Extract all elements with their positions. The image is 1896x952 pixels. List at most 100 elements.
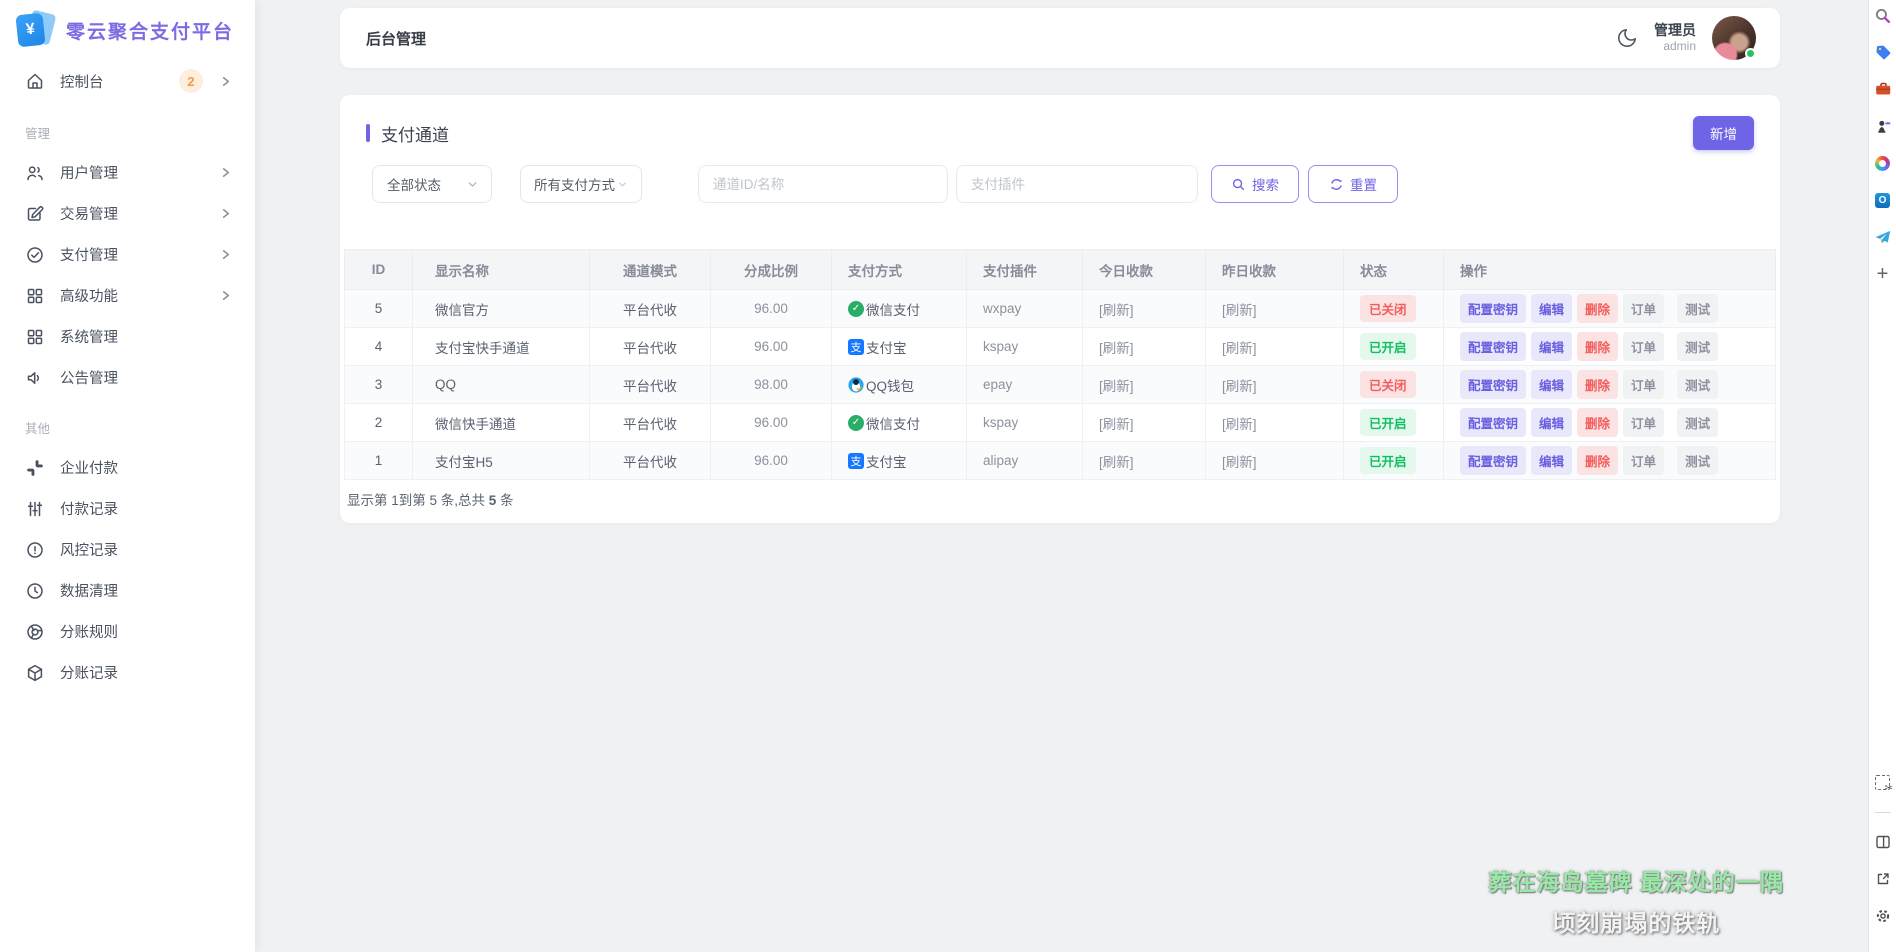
- cell-actions: 配置密钥编辑删除订单测试: [1444, 328, 1776, 366]
- column-header: 状态: [1344, 250, 1444, 290]
- sidebar-item-split-records[interactable]: 分账记录: [0, 652, 255, 693]
- cell-channel-mode: 平台代收: [590, 442, 711, 480]
- edit-button[interactable]: 编辑: [1531, 370, 1572, 399]
- test-button[interactable]: 测试: [1677, 408, 1718, 437]
- refresh-yesterday-link[interactable]: [刷新]: [1222, 341, 1257, 356]
- configure-key-button[interactable]: 配置密钥: [1460, 294, 1526, 323]
- cell-split-ratio: 96.00: [711, 328, 832, 366]
- payment-method-select[interactable]: 所有支付方式: [520, 165, 642, 203]
- delete-button[interactable]: 删除: [1577, 294, 1618, 323]
- order-button[interactable]: 订单: [1623, 446, 1664, 475]
- sidebar-item-data-cleanup[interactable]: 数据清理: [0, 570, 255, 611]
- sidebar-item-split-rules[interactable]: 分账规则: [0, 611, 255, 652]
- add-icon[interactable]: +: [1874, 265, 1892, 283]
- sidebar-item-label: 分账记录: [60, 662, 233, 683]
- refresh-yesterday-link[interactable]: [刷新]: [1222, 417, 1257, 432]
- cell-display-name: 支付宝H5: [413, 442, 590, 480]
- outlook-icon[interactable]: O: [1874, 191, 1892, 209]
- cell-plugin: epay: [967, 366, 1083, 404]
- delete-button[interactable]: 删除: [1577, 446, 1618, 475]
- configure-key-button[interactable]: 配置密钥: [1460, 408, 1526, 437]
- order-button[interactable]: 订单: [1623, 332, 1664, 361]
- sidebar-item-enterprise-payout[interactable]: 企业付款: [0, 447, 255, 488]
- settings-gear-icon[interactable]: [1874, 907, 1892, 925]
- refresh-today-link[interactable]: [刷新]: [1099, 417, 1134, 432]
- column-header: 操作: [1444, 250, 1776, 290]
- edit-button[interactable]: 编辑: [1531, 294, 1572, 323]
- test-button[interactable]: 测试: [1677, 294, 1718, 323]
- edit-button[interactable]: 编辑: [1531, 332, 1572, 361]
- sidebar-section-other: 其他: [0, 398, 255, 447]
- configure-key-button[interactable]: 配置密钥: [1460, 446, 1526, 475]
- edit-button[interactable]: 编辑: [1531, 446, 1572, 475]
- refresh-yesterday-link[interactable]: [刷新]: [1222, 303, 1257, 318]
- speaker-icon: [25, 368, 45, 388]
- sidebar-item-users[interactable]: 用户管理: [0, 152, 255, 193]
- refresh-yesterday-link[interactable]: [刷新]: [1222, 379, 1257, 394]
- sidebar-item-dashboard[interactable]: 控制台 2: [0, 59, 255, 103]
- test-button[interactable]: 测试: [1677, 332, 1718, 361]
- refresh-yesterday-link[interactable]: [刷新]: [1222, 455, 1257, 470]
- delete-button[interactable]: 删除: [1577, 332, 1618, 361]
- cell-split-ratio: 96.00: [711, 404, 832, 442]
- chevron-right-icon: [218, 206, 233, 221]
- status-select[interactable]: 全部状态: [372, 165, 492, 203]
- sidebar-item-system[interactable]: 系统管理: [0, 316, 255, 357]
- refresh-today-link[interactable]: [刷新]: [1099, 379, 1134, 394]
- reset-button[interactable]: 重置: [1308, 165, 1398, 203]
- sidebar-item-announcements[interactable]: 公告管理: [0, 357, 255, 398]
- order-button[interactable]: 订单: [1623, 294, 1664, 323]
- refresh-today-link[interactable]: [刷新]: [1099, 303, 1134, 318]
- sidebar-item-payout-records[interactable]: 付款记录: [0, 488, 255, 529]
- status-badge: 已开启: [1360, 333, 1416, 360]
- logo-card-icon: ¥: [16, 11, 54, 49]
- cell-status: 已开启: [1344, 442, 1444, 480]
- order-button[interactable]: 订单: [1623, 408, 1664, 437]
- telegram-icon[interactable]: [1874, 228, 1892, 246]
- configure-key-button[interactable]: 配置密钥: [1460, 332, 1526, 361]
- avatar[interactable]: [1712, 16, 1756, 60]
- add-button[interactable]: 新增: [1693, 116, 1754, 150]
- cell-display-name: 支付宝快手通道: [413, 328, 590, 366]
- sidebar-item-transactions[interactable]: 交易管理: [0, 193, 255, 234]
- delete-button[interactable]: 删除: [1577, 370, 1618, 399]
- refresh-today-link[interactable]: [刷新]: [1099, 341, 1134, 356]
- test-button[interactable]: 测试: [1677, 446, 1718, 475]
- test-button[interactable]: 测试: [1677, 370, 1718, 399]
- app-logo[interactable]: ¥ 零云聚合支付平台: [0, 0, 255, 59]
- edit-button[interactable]: 编辑: [1531, 408, 1572, 437]
- column-header: ID: [345, 250, 413, 290]
- plugin-search-input[interactable]: [956, 165, 1198, 203]
- screenshot-icon[interactable]: [1874, 773, 1892, 791]
- configure-key-button[interactable]: 配置密钥: [1460, 370, 1526, 399]
- channel-table-body: 5微信官方平台代收96.00✓微信支付wxpay[刷新][刷新]已关闭配置密钥编…: [345, 290, 1776, 480]
- order-button[interactable]: 订单: [1623, 370, 1664, 399]
- moon-icon[interactable]: [1616, 27, 1638, 49]
- sidebar-item-advanced[interactable]: 高级功能: [0, 275, 255, 316]
- sidebar-item-label: 支付管理: [60, 244, 203, 265]
- search-ext-icon[interactable]: [1874, 6, 1892, 24]
- cell-channel-mode: 平台代收: [590, 404, 711, 442]
- split-view-icon[interactable]: [1874, 833, 1892, 851]
- chevron-right-icon: [218, 74, 233, 89]
- slack-icon: [25, 458, 45, 478]
- column-header: 分成比例: [711, 250, 832, 290]
- cell-yesterday-income: [刷新]: [1206, 442, 1344, 480]
- external-link-icon[interactable]: [1874, 870, 1892, 888]
- sidebar-item-payments[interactable]: 支付管理: [0, 234, 255, 275]
- sidebar-item-label: 企业付款: [60, 457, 233, 478]
- user-menu[interactable]: 管理员 admin: [1654, 22, 1696, 55]
- toolbox-icon[interactable]: [1874, 80, 1892, 98]
- page-title: 后台管理: [366, 28, 426, 49]
- office-icon[interactable]: [1874, 154, 1892, 172]
- table-header-row: ID显示名称通道模式分成比例支付方式支付插件今日收款昨日收款状态操作: [345, 250, 1776, 290]
- chess-icon[interactable]: [1874, 117, 1892, 135]
- channel-search-input[interactable]: [698, 165, 948, 203]
- sidebar-item-risk-records[interactable]: 风控记录: [0, 529, 255, 570]
- delete-button[interactable]: 删除: [1577, 408, 1618, 437]
- chevron-down-icon: [617, 179, 628, 190]
- search-button[interactable]: 搜索: [1211, 165, 1299, 203]
- refresh-today-link[interactable]: [刷新]: [1099, 455, 1134, 470]
- tag-icon[interactable]: [1874, 43, 1892, 61]
- cell-channel-mode: 平台代收: [590, 290, 711, 328]
